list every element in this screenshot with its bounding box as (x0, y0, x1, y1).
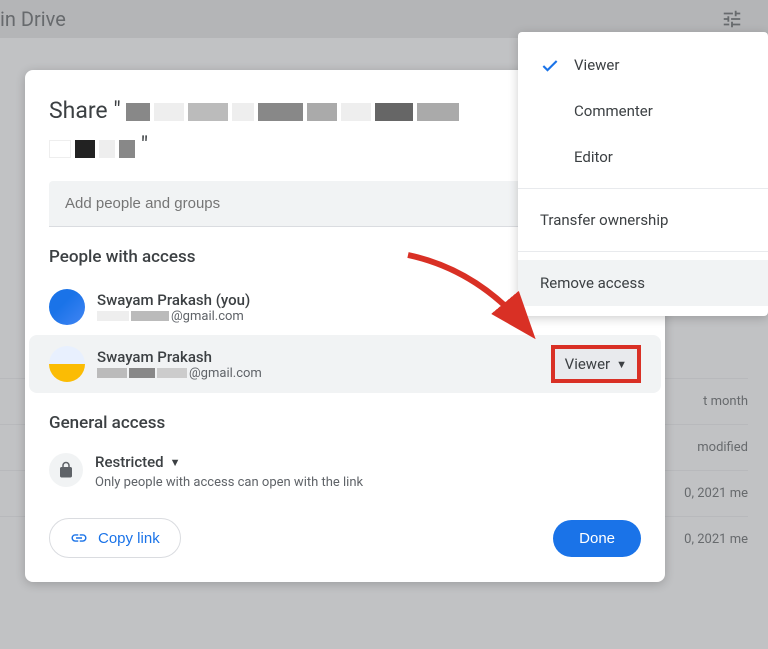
redacted-filename (126, 103, 459, 121)
done-button[interactable]: Done (553, 520, 641, 557)
person-name: Swayam Prakash (97, 348, 551, 366)
role-menu: Viewer Commenter Editor Transfer ownersh… (518, 32, 768, 316)
copy-link-label: Copy link (98, 530, 160, 547)
menu-transfer-label: Transfer ownership (540, 211, 668, 229)
role-dropdown[interactable]: Viewer ▼ (551, 345, 641, 383)
menu-divider (518, 251, 768, 252)
caret-down-icon: ▼ (616, 358, 627, 371)
menu-remove-access[interactable]: Remove access (518, 260, 768, 306)
redacted-filename-line2 (49, 140, 135, 158)
menu-commenter[interactable]: Commenter (518, 88, 768, 134)
person-info: Swayam Prakash @gmail.com (97, 348, 551, 381)
avatar (49, 289, 85, 325)
access-label-text: Restricted (95, 453, 164, 471)
dialog-footer: Copy link Done (25, 498, 665, 558)
menu-divider (518, 188, 768, 189)
access-type-dropdown[interactable]: Restricted ▼ (95, 453, 363, 471)
lock-icon (49, 453, 83, 487)
person-email: @gmail.com (97, 366, 551, 381)
check-icon (540, 56, 560, 80)
menu-viewer-label: Viewer (574, 56, 619, 74)
link-icon (70, 529, 88, 547)
access-desc: Only people with access can open with th… (95, 475, 363, 490)
person-shared-row: Swayam Prakash @gmail.com Viewer ▼ (29, 335, 661, 393)
email-domain: @gmail.com (171, 309, 244, 324)
menu-editor[interactable]: Editor (518, 134, 768, 180)
menu-remove-label: Remove access (540, 274, 645, 292)
copy-link-button[interactable]: Copy link (49, 518, 181, 558)
share-title-suffix: " (141, 132, 148, 159)
menu-editor-label: Editor (574, 148, 613, 166)
avatar (49, 346, 85, 382)
general-access-row: Restricted ▼ Only people with access can… (25, 445, 665, 498)
menu-commenter-label: Commenter (574, 102, 653, 120)
share-title-prefix: Share " (49, 97, 121, 124)
role-label: Viewer (565, 355, 610, 373)
caret-down-icon: ▼ (170, 456, 181, 469)
general-access-title: General access (49, 413, 641, 433)
menu-viewer[interactable]: Viewer (518, 42, 768, 88)
menu-transfer-ownership[interactable]: Transfer ownership (518, 197, 768, 243)
email-domain: @gmail.com (189, 366, 262, 381)
